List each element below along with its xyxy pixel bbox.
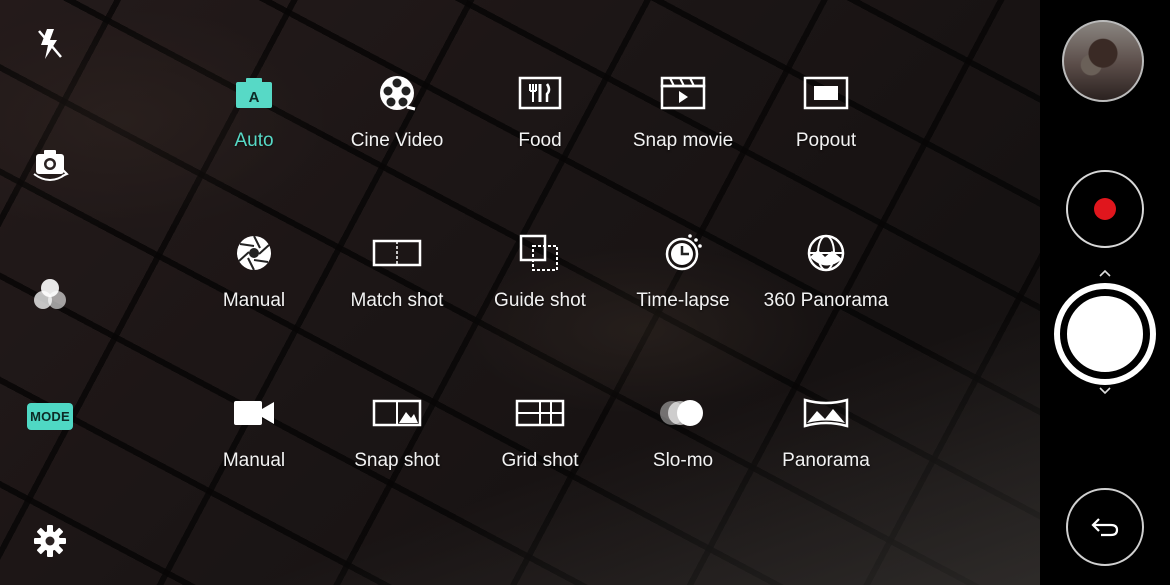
back-button[interactable] <box>1066 488 1144 566</box>
snap-shot-icon <box>371 390 423 436</box>
flash-off-button[interactable] <box>22 16 78 72</box>
slomo-icon <box>657 390 709 436</box>
back-arrow-icon <box>1091 518 1119 537</box>
mode-snap-shot[interactable]: Snap shot <box>325 390 469 500</box>
mode-cine-video[interactable]: Cine Video <box>325 70 469 180</box>
gear-icon <box>34 525 66 557</box>
mode-manual-photo[interactable]: Manual <box>182 230 326 340</box>
mode-label: Time-lapse <box>636 290 730 311</box>
guide-shot-icon <box>514 230 566 276</box>
mode-food[interactable]: Food <box>468 70 612 180</box>
mode-manual-video[interactable]: Manual <box>182 390 326 500</box>
mode-label: Food <box>518 130 562 151</box>
filter-button[interactable] <box>22 266 78 322</box>
globe-panorama-icon <box>800 230 852 276</box>
mode-auto[interactable]: A Auto <box>182 70 326 180</box>
panorama-icon <box>800 390 852 436</box>
left-rail: MODE <box>0 0 100 585</box>
mode-grid-shot[interactable]: Grid shot <box>468 390 612 500</box>
timelapse-icon <box>657 230 709 276</box>
food-icon <box>514 70 566 116</box>
svg-text:A: A <box>249 89 260 106</box>
switch-camera-icon <box>33 150 69 181</box>
chevron-up-icon <box>1099 269 1111 277</box>
shutter-inner <box>1064 293 1146 375</box>
match-shot-icon <box>371 230 423 276</box>
mode-label: Panorama <box>782 450 870 471</box>
mode-match-shot[interactable]: Match shot <box>325 230 469 340</box>
film-reel-icon <box>371 70 423 116</box>
grid-shot-icon <box>514 390 566 436</box>
mode-label: Grid shot <box>501 450 579 471</box>
flash-off-icon <box>38 29 62 59</box>
aperture-icon <box>228 230 280 276</box>
mode-label: Cine Video <box>350 130 444 151</box>
mode-360-panorama[interactable]: 360 Panorama <box>754 230 898 340</box>
filter-icon <box>34 279 66 309</box>
right-control-panel <box>1040 0 1170 585</box>
mode-label: Auto <box>234 130 274 151</box>
mode-slo-mo[interactable]: Slo-mo <box>611 390 755 500</box>
mode-badge: MODE <box>27 402 73 430</box>
mode-grid: A Auto Cine Video Food Snap movie Popout… <box>182 70 902 490</box>
chevron-down-icon <box>1099 387 1111 395</box>
gallery-thumbnail[interactable] <box>1062 20 1144 102</box>
mode-label: Slo-mo <box>652 450 714 471</box>
mode-label: Guide shot <box>494 290 586 311</box>
popout-icon <box>800 70 852 116</box>
mode-label: Snap movie <box>632 130 734 151</box>
clapper-icon <box>657 70 709 116</box>
mode-time-lapse[interactable]: Time-lapse <box>611 230 755 340</box>
mode-label: Match shot <box>350 290 444 311</box>
mode-label: Snap shot <box>354 450 440 471</box>
shutter-button[interactable] <box>1054 283 1156 385</box>
mode-label: Popout <box>795 130 857 151</box>
mode-guide-shot[interactable]: Guide shot <box>468 230 612 340</box>
settings-button[interactable] <box>22 513 78 569</box>
mode-snap-movie[interactable]: Snap movie <box>611 70 755 180</box>
record-icon <box>1094 198 1116 220</box>
mode-label: Manual <box>222 450 286 471</box>
mode-button[interactable]: MODE <box>22 388 78 444</box>
switch-camera-button[interactable] <box>22 138 78 194</box>
video-camera-icon <box>228 390 280 436</box>
record-button[interactable] <box>1066 170 1144 248</box>
auto-camera-icon: A <box>228 70 280 116</box>
mode-label: 360 Panorama <box>763 290 889 311</box>
mode-label: Manual <box>222 290 286 311</box>
mode-panorama[interactable]: Panorama <box>754 390 898 500</box>
mode-popout[interactable]: Popout <box>754 70 898 180</box>
